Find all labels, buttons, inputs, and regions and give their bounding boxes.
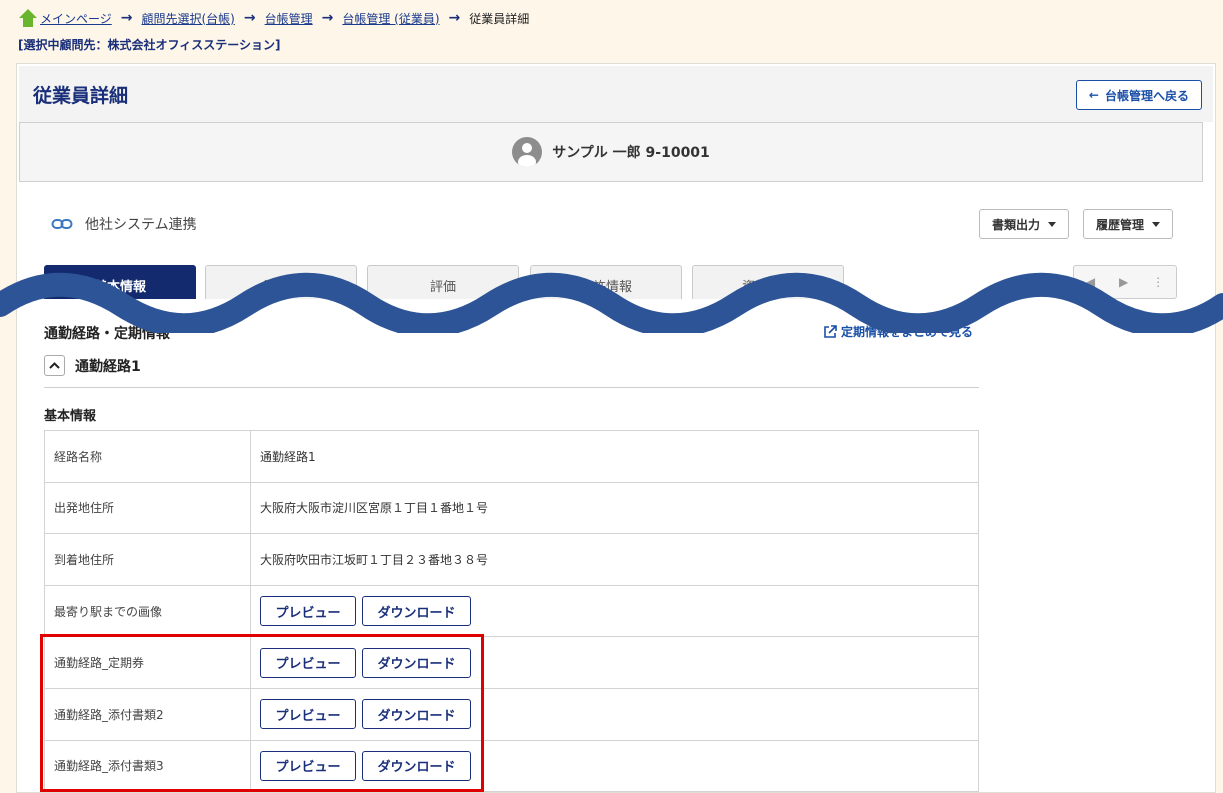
row-actions: プレビュー ダウンロード	[250, 739, 979, 793]
download-button[interactable]: ダウンロード	[362, 596, 471, 627]
preview-button[interactable]: プレビュー	[260, 596, 356, 627]
employee-name: サンプル 一郎 9-10001	[552, 145, 710, 161]
preview-button[interactable]: プレビュー	[260, 750, 356, 781]
row-actions: プレビュー ダウンロード	[250, 636, 979, 689]
table-row: 出発地住所 大阪府大阪市淀川区宮原１丁目１番地１号	[44, 481, 979, 535]
employee-bar: サンプル 一郎 9-10001	[19, 122, 1203, 182]
history-management-dropdown[interactable]: 履歴管理	[1083, 209, 1174, 239]
selected-client-label: [選択中顧問先：株式会社オフィスステーション]	[18, 38, 281, 52]
row-label: 最寄り駅までの画像	[44, 584, 251, 638]
table-row: 到着地住所 大阪府吹田市江坂町１丁目２３番地３８号	[44, 533, 979, 586]
more-icon[interactable]: ⋮	[1152, 275, 1164, 289]
row-label: 通勤経路_添付書類2	[44, 687, 251, 741]
row-label: 到着地住所	[44, 533, 251, 586]
external-integration-link[interactable]: 他社システム連携	[51, 214, 197, 234]
panel-header: 従業員詳細 ← 台帳管理へ戻る	[19, 66, 1213, 122]
breadcrumb-client-select[interactable]: 顧問先選択(台帳)	[142, 10, 235, 27]
tab-scroll-right-icon[interactable]: ▶	[1119, 275, 1128, 289]
table-row: 経路名称 通勤経路1	[44, 430, 979, 483]
back-to-ledger-button[interactable]: ← 台帳管理へ戻る	[1075, 80, 1202, 110]
arrow-left-icon: ←	[1088, 88, 1099, 102]
route-title: 通勤経路1	[75, 358, 141, 375]
row-actions: プレビュー ダウンロード	[250, 584, 979, 638]
commute-section-title: 通勤経路・定期情報	[44, 326, 170, 342]
breadcrumb-ledger[interactable]: 台帳管理	[265, 10, 313, 27]
arrow-right-icon: →	[120, 10, 133, 26]
row-value: 大阪府大阪市淀川区宮原１丁目１番地１号	[250, 481, 979, 535]
tab-scroll-left-icon[interactable]: ◀	[1086, 275, 1095, 289]
arrow-right-icon: →	[448, 10, 461, 26]
table-row: 通勤経路_添付書類2 プレビュー ダウンロード	[44, 687, 979, 741]
table-row: 最寄り駅までの画像 プレビュー ダウンロード	[44, 584, 979, 638]
back-button-label: 台帳管理へ戻る	[1104, 88, 1189, 103]
external-link-icon	[824, 324, 837, 338]
download-button[interactable]: ダウンロード	[362, 750, 471, 781]
row-value: 通勤経路1	[250, 430, 979, 483]
home-icon[interactable]	[18, 8, 38, 28]
link-icon	[51, 219, 73, 229]
basic-info-subsection-title: 基本情報	[44, 409, 97, 424]
breadcrumb-main-page[interactable]: メインページ	[40, 10, 112, 27]
main-panel: 従業員詳細 ← 台帳管理へ戻る サンプル 一郎 9-10001 他社システム連携…	[16, 63, 1216, 793]
arrow-right-icon: →	[321, 10, 334, 26]
chevron-up-icon	[44, 355, 65, 376]
documents-output-dropdown[interactable]: 書類出力	[979, 209, 1070, 239]
tab-qualification-info[interactable]: 資格情報	[692, 265, 844, 299]
row-actions: プレビュー ダウンロード	[250, 687, 979, 741]
page-title: 従業員詳細	[33, 85, 129, 107]
tab-basic-info[interactable]: 基本情報	[44, 265, 196, 299]
table-row: 通勤経路_定期券 プレビュー ダウンロード	[44, 636, 979, 689]
tab-evaluation[interactable]: 評価	[367, 265, 519, 299]
tab-loaned-items[interactable]: 貸与品	[205, 265, 357, 299]
row-label: 通勤経路_定期券	[44, 636, 251, 689]
breadcrumb-ledger-employees[interactable]: 台帳管理 (従業員)	[342, 10, 439, 27]
integration-label: 他社システム連携	[85, 217, 197, 233]
preview-button[interactable]: プレビュー	[260, 699, 356, 730]
history-management-label: 履歴管理	[1096, 217, 1145, 232]
arrow-right-icon: →	[243, 10, 256, 26]
documents-output-label: 書類出力	[992, 217, 1041, 232]
download-button[interactable]: ダウンロード	[362, 699, 471, 730]
view-all-passes-label: 定期情報をまとめて見る	[841, 325, 974, 339]
breadcrumb-current: 従業員詳細	[469, 11, 530, 26]
tab-license-info[interactable]: 免許情報	[530, 265, 682, 299]
view-all-passes-link[interactable]: 定期情報をまとめて見る	[823, 323, 973, 340]
download-button[interactable]: ダウンロード	[362, 647, 471, 678]
tab-pager: ◀ ▶ ⋮	[1073, 265, 1177, 299]
row-label: 経路名称	[44, 430, 251, 483]
avatar	[512, 137, 543, 167]
table-row: 通勤経路_添付書類3 プレビュー ダウンロード	[44, 739, 979, 793]
row-value: 大阪府吹田市江坂町１丁目２３番地３８号	[250, 533, 979, 586]
caret-down-icon	[1048, 221, 1057, 227]
preview-button[interactable]: プレビュー	[260, 647, 356, 678]
commute-info-table: 経路名称 通勤経路1 出発地住所 大阪府大阪市淀川区宮原１丁目１番地１号 到着地…	[44, 430, 979, 793]
route-1-toggle[interactable]: 通勤経路1	[44, 355, 141, 376]
breadcrumb: メインページ → 顧問先選択(台帳) → 台帳管理 → 台帳管理 (従業員) →…	[18, 8, 529, 28]
row-label: 出発地住所	[44, 481, 251, 535]
divider	[44, 387, 979, 388]
caret-down-icon	[1152, 221, 1161, 227]
row-label: 通勤経路_添付書類3	[44, 739, 251, 793]
